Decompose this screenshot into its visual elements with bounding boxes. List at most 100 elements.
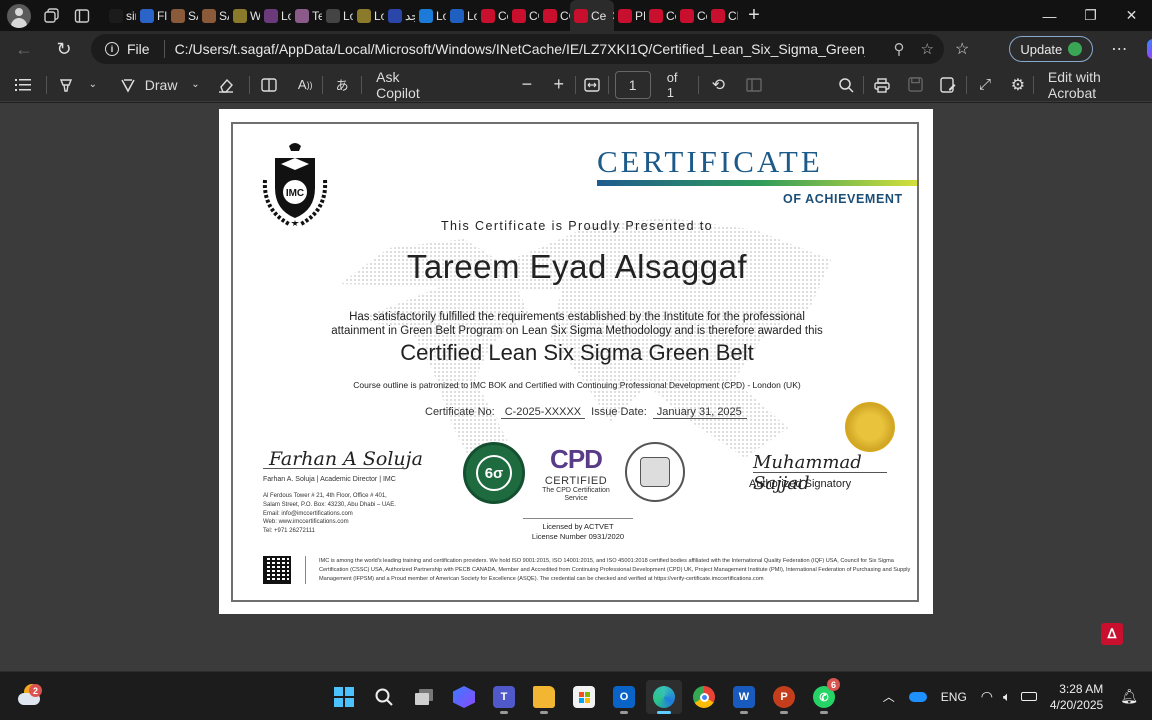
browser-tab[interactable]: Lo [322,0,353,31]
favorite-star-icon[interactable]: ☆ [921,40,934,58]
browser-tab[interactable]: جد [384,0,415,31]
copilot-app-icon[interactable] [446,680,482,714]
wifi-icon[interactable]: ◠ [974,688,1000,705]
browser-tab[interactable]: Ce✕ [570,0,614,31]
more-menu-icon[interactable]: ⋯ [1111,39,1127,59]
page-number-input[interactable]: 1 [614,70,651,99]
fit-to-page-icon[interactable] [576,68,608,102]
highlight-dropdown-icon[interactable]: ⌄ [85,68,101,102]
notifications-bell-icon[interactable]: 🔔︎ [1113,688,1152,705]
page-view-icon[interactable] [737,68,771,102]
chrome-icon[interactable] [686,680,722,714]
read-aloud-icon[interactable]: A)) [288,68,322,102]
new-tab-button[interactable]: + [738,0,770,31]
word-icon[interactable]: W [726,680,762,714]
powerpoint-icon[interactable]: P [766,680,802,714]
zoom-icon[interactable]: ⚲ [894,40,905,58]
rotate-icon[interactable]: ⟲ [699,68,737,102]
search-icon[interactable] [829,68,863,102]
start-button[interactable] [326,680,362,714]
browser-tab[interactable]: Lo [260,0,291,31]
license-line: Licensed by ACTVET [542,522,614,531]
browser-tab[interactable]: SA [167,0,198,31]
draw-icon[interactable] [111,68,145,102]
edge-browser-icon[interactable] [646,680,682,714]
browser-tab[interactable]: W [229,0,260,31]
certificate-title: CERTIFICATE [597,144,823,179]
address-bar[interactable]: i File C:/Users/t.sagaf/AppData/Local/Mi… [91,34,944,64]
browser-tab[interactable]: Lo [446,0,477,31]
whatsapp-icon[interactable]: ✆ 6 [806,678,842,714]
close-window-button[interactable]: ✕ [1111,0,1152,31]
highlight-icon[interactable] [47,68,85,102]
onedrive-icon[interactable] [902,691,934,702]
six-sigma-badge-icon: 6σ [463,442,525,504]
acrobat-icon[interactable]: ᐃ [1101,623,1123,645]
edit-with-acrobat-button[interactable]: Edit with Acrobat [1034,68,1152,102]
pdf-toolbar: ⌄ Draw ⌄ A)) あ Ask Copilot − + 1 of 1 ⟲ … [0,68,1152,102]
tab-label: Lo [467,8,477,23]
tab-favicon-icon [450,8,464,23]
fullscreen-icon[interactable]: ⤢ [967,68,1003,102]
minimize-button[interactable]: — [1029,0,1070,31]
tab-label: W [250,8,260,23]
print-icon[interactable] [864,68,900,102]
contents-icon[interactable] [0,68,46,102]
translate-icon[interactable]: あ [323,68,361,102]
ask-copilot-button[interactable]: Ask Copilot [362,68,461,102]
url-text[interactable]: C:/Users/t.sagaf/AppData/Local/Microsoft… [175,41,865,57]
profile-avatar[interactable] [7,3,31,28]
browser-tab[interactable]: Lo [353,0,384,31]
browser-tab[interactable]: Fly [136,0,167,31]
tab-label: sir [126,8,136,23]
browser-tab[interactable]: Lo [415,0,446,31]
update-button[interactable]: Update [1009,36,1094,62]
info-icon[interactable]: i [105,42,119,56]
erase-icon[interactable] [209,68,243,102]
back-button[interactable]: ← [6,34,42,66]
file-explorer-icon[interactable] [526,680,562,714]
browser-tab[interactable]: CE [707,0,738,31]
browser-tab[interactable]: SA [198,0,229,31]
browser-tab[interactable]: CC [508,0,539,31]
save-as-icon[interactable] [930,68,966,102]
task-view-icon[interactable] [406,680,442,714]
show-hidden-icons-icon[interactable]: ︿ [876,688,902,705]
workspaces-icon[interactable] [37,1,67,31]
draw-label[interactable]: Draw [145,68,182,102]
browser-tab[interactable]: sir [105,0,136,31]
tab-actions-icon[interactable] [67,1,97,31]
settings-gear-icon[interactable]: ⚙ [1003,68,1033,102]
weather-badge: 2 [29,684,42,697]
microsoft-store-icon[interactable] [566,680,602,714]
restore-button[interactable]: ❐ [1070,0,1111,31]
teams-icon[interactable]: T [486,680,522,714]
copilot-icon[interactable] [1147,39,1152,59]
browser-tab[interactable]: Ce [645,0,676,31]
zoom-in-button[interactable]: + [543,68,575,102]
browser-tab[interactable]: Ce [676,0,707,31]
divider [305,556,306,584]
search-icon[interactable] [366,680,402,714]
favorites-icon[interactable]: ☆ [955,39,969,59]
tab-favicon-icon [202,8,216,23]
refresh-button[interactable]: ↻ [46,34,82,66]
draw-dropdown-icon[interactable]: ⌄ [181,68,209,102]
text-box-icon[interactable] [250,68,288,102]
language-indicator[interactable]: ENG [934,690,974,704]
battery-icon[interactable] [1014,692,1044,701]
save-icon[interactable] [900,68,930,102]
browser-tab[interactable]: Ce [477,0,508,31]
outlook-icon[interactable]: O [606,680,642,714]
clock[interactable]: 3:28 AM 4/20/2025 [1044,681,1113,713]
title-underline-bar [597,180,917,186]
license-line: License Number 0931/2020 [531,532,625,541]
browser-tab[interactable]: CC [539,0,570,31]
browser-tab[interactable]: Te [291,0,322,31]
left-signer-name: Farhan A. Soluja | Academic Director | I… [263,476,396,483]
volume-icon[interactable]: 🔈︎ [1000,689,1014,705]
zoom-out-button[interactable]: − [511,68,543,102]
pdf-viewer[interactable]: IMC CERTIFICATE OF ACHIEVEMENT This Cert… [0,103,1152,671]
browser-tab[interactable]: PN [614,0,645,31]
page-number-field[interactable]: 1 [609,68,657,102]
